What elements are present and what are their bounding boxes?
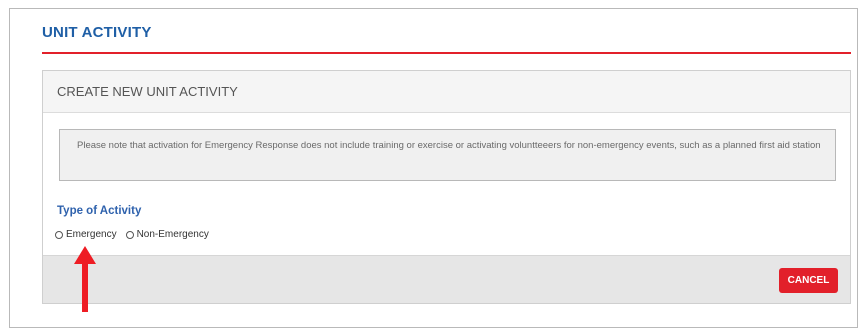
emergency-radio-option[interactable]: Emergency bbox=[55, 229, 117, 240]
non-emergency-radio-label: Non-Emergency bbox=[136, 229, 209, 240]
non-emergency-radio-option[interactable]: Non-Emergency bbox=[125, 229, 209, 240]
type-of-activity-label: Type of Activity bbox=[57, 205, 142, 217]
panel-header: CREATE NEW UNIT ACTIVITY bbox=[43, 71, 850, 113]
notice-text: Please note that activation for Emergenc… bbox=[77, 140, 821, 151]
cancel-button[interactable]: CANCEL bbox=[779, 268, 838, 293]
emergency-radio-label: Emergency bbox=[66, 229, 117, 240]
up-arrow-icon bbox=[74, 246, 96, 312]
emergency-radio-button[interactable] bbox=[55, 230, 63, 239]
panel-footer: CANCEL bbox=[43, 255, 850, 303]
title-divider bbox=[42, 52, 851, 54]
panel-title: CREATE NEW UNIT ACTIVITY bbox=[57, 84, 238, 99]
create-activity-panel: CREATE NEW UNIT ACTIVITY Please note tha… bbox=[42, 70, 851, 304]
activity-type-radio-group: Emergency Non-Emergency bbox=[55, 229, 218, 240]
page-title: UNIT ACTIVITY bbox=[42, 24, 152, 41]
non-emergency-radio-button[interactable] bbox=[125, 230, 134, 239]
notice-box: Please note that activation for Emergenc… bbox=[59, 129, 836, 181]
